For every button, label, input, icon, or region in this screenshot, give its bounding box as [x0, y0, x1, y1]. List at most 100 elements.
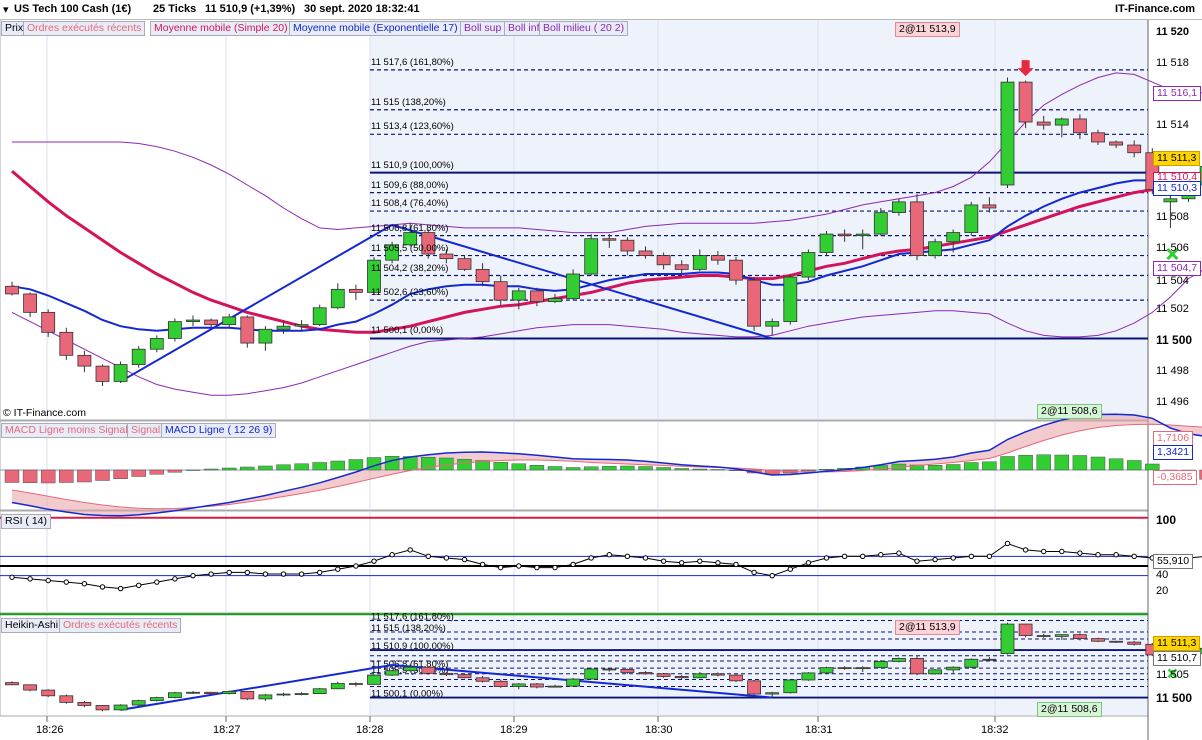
- rsi-point: [443, 555, 450, 561]
- rsi-point: [642, 555, 649, 561]
- fib-label: 11 504,2 (38,20%): [371, 262, 449, 274]
- copyright: © IT-Finance.com: [3, 407, 87, 419]
- ha-candle: [530, 683, 544, 688]
- legend-boll-mid[interactable]: Boll milieu ( 20 2): [539, 21, 629, 36]
- legend-macd-hist[interactable]: MACD Ligne moins Signal: [1, 423, 132, 438]
- macd-bar: [240, 466, 255, 471]
- ha-candle: [548, 685, 562, 688]
- price-tick: 11 496: [1156, 396, 1189, 408]
- rsi-point: [317, 569, 323, 576]
- legend-ha-orders[interactable]: Ordres exécutés récents: [59, 618, 182, 633]
- macd-bar: [77, 469, 92, 483]
- candle: [5, 285, 19, 295]
- macd-bar: [583, 466, 599, 471]
- legend-heikin-ashi[interactable]: Heikin-Ashi: [1, 618, 63, 633]
- rsi-point: [190, 572, 196, 579]
- rsi-point: [1113, 552, 1119, 558]
- ha-close-value: 11 511,3: [1153, 636, 1201, 651]
- rsi-point: [516, 563, 522, 569]
- rsi-point: [244, 569, 251, 576]
- rsi-point: [81, 581, 88, 587]
- macd-line-value: 1,3421: [1153, 445, 1194, 460]
- macd-bar: [1108, 458, 1124, 471]
- ha-candle: [294, 693, 309, 695]
- rsi-point: [588, 555, 594, 561]
- candle: [186, 319, 200, 322]
- ha-candle: [620, 669, 635, 673]
- candle: [711, 255, 725, 261]
- rsi-point: [498, 564, 504, 571]
- rsi-point: [425, 553, 431, 560]
- rsi-point: [950, 555, 956, 561]
- legend-boll-up[interactable]: Boll sup: [460, 21, 506, 36]
- legend-boll-low[interactable]: Boll inf: [504, 21, 544, 36]
- fib-label: 11 515 (138,20%): [371, 96, 446, 108]
- macd-bar: [113, 469, 128, 479]
- ha-candle: [240, 691, 255, 700]
- macd-bar: [1090, 456, 1106, 471]
- ha-candle: [1054, 634, 1069, 637]
- rsi-point: [624, 553, 631, 560]
- price-tick: 11 502: [1156, 303, 1189, 315]
- rsi-point: [878, 552, 884, 558]
- candle: [530, 290, 544, 303]
- ha-candle: [928, 669, 942, 675]
- candle: [1091, 132, 1105, 143]
- legend-rsi[interactable]: RSI ( 14): [1, 514, 52, 529]
- macd-bar: [312, 462, 327, 471]
- macd-bar: [1018, 455, 1033, 471]
- brand: IT-Finance.com: [1115, 3, 1196, 15]
- tick-period: 25 Ticks: [153, 3, 197, 15]
- rsi-point: [570, 561, 576, 568]
- instrument-name: US Tech 100 Cash (1€): [14, 3, 132, 15]
- candle: [873, 212, 888, 235]
- price-tick: 11 498: [1156, 365, 1189, 377]
- ha-candle: [711, 673, 725, 676]
- rsi-point: [154, 579, 160, 585]
- macd-bar: [656, 467, 671, 471]
- rsi-point: [298, 571, 305, 577]
- ha-sma-value: 11 510,7: [1153, 651, 1202, 666]
- candle: [855, 233, 870, 237]
- ha-candle: [348, 683, 363, 685]
- candle: [204, 319, 219, 326]
- candle: [620, 239, 635, 252]
- ha-candle: [801, 672, 816, 681]
- rsi-point: [1131, 553, 1137, 560]
- candle: [348, 288, 363, 293]
- ha-candle: [1109, 640, 1123, 643]
- rsi-point: [45, 577, 51, 584]
- legend-ema[interactable]: Moyenne mobile (Exponentielle 17): [289, 21, 462, 36]
- title-bar: ▾ US Tech 100 Cash (1€) 25 Ticks 11 510,…: [0, 0, 1202, 20]
- fib-label: 11 513,4 (123,60%): [371, 121, 454, 133]
- ha-candle: [511, 683, 526, 687]
- rsi-point: [787, 566, 793, 572]
- ha-candle: [258, 694, 273, 700]
- macd-bar: [964, 462, 979, 471]
- fib-label: 11 502,6 (23,60%): [371, 287, 449, 299]
- legend-macd-signal[interactable]: Signal: [127, 423, 165, 438]
- legend-sma[interactable]: Moyenne mobile (Simple 20): [150, 21, 292, 36]
- rsi-point: [136, 582, 142, 589]
- ha-candle: [855, 667, 870, 670]
- fib-label: 11 506,8 (61,80%): [371, 222, 449, 234]
- ha-candle: [747, 680, 761, 695]
- rsi-point: [534, 564, 540, 571]
- ha-candle: [95, 705, 110, 711]
- macd-bar: [294, 463, 309, 471]
- ha-candle: [946, 666, 961, 671]
- macd-bar: [167, 469, 183, 473]
- candle: [222, 316, 237, 326]
- ha-candle: [457, 674, 472, 679]
- candle: [910, 201, 924, 256]
- price-tick: 11 504: [1156, 275, 1189, 287]
- ha-candle: [421, 666, 436, 674]
- time-label: 18:28: [356, 724, 384, 736]
- rsi-point: [932, 556, 938, 563]
- rsi-point: [1004, 540, 1011, 547]
- macd-bar: [1000, 456, 1015, 471]
- candle: [819, 233, 834, 253]
- legend-macd-line[interactable]: MACD Ligne ( 12 26 9): [161, 423, 277, 438]
- ha-candle: [1073, 634, 1087, 640]
- legend-recent-orders[interactable]: Ordres exécutés récents: [23, 21, 146, 36]
